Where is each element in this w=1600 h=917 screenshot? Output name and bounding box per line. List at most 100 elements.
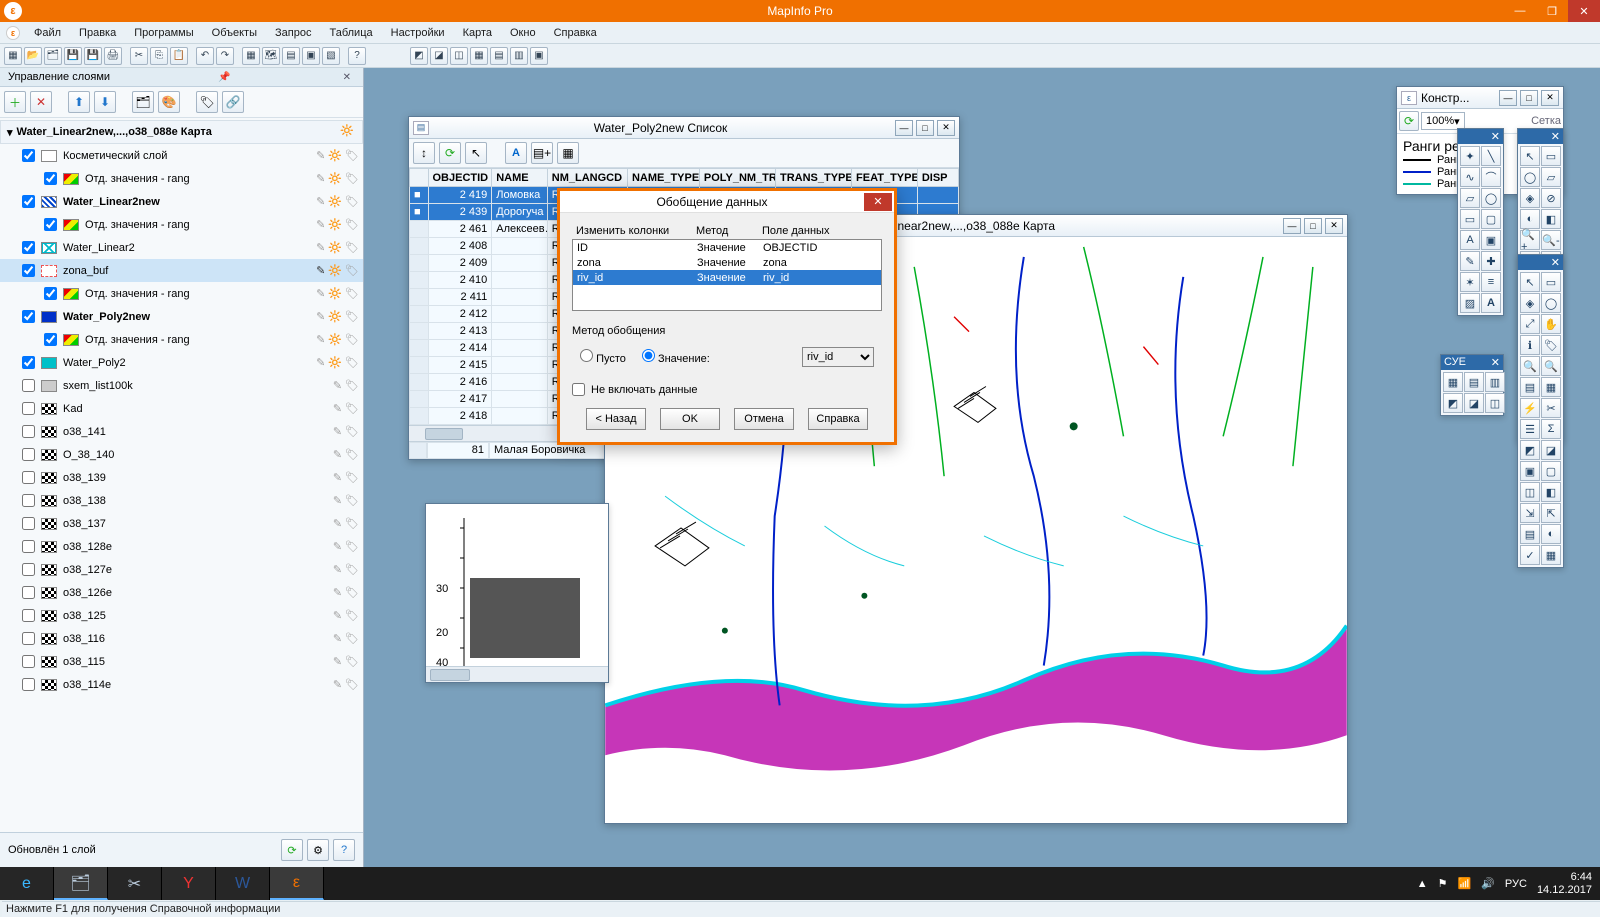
layer-tree[interactable]: ▾ Water_Linear2new,...,о38_088е Карта 🔆 … <box>0 118 363 832</box>
auto-label-icon[interactable]: 🔆 <box>328 172 342 185</box>
layer-visible-checkbox[interactable] <box>22 678 35 691</box>
row-header-corner[interactable] <box>410 169 429 187</box>
auto-label-icon[interactable]: 🔆 <box>328 195 342 208</box>
tool-a[interactable]: ◩ <box>410 47 428 65</box>
browser-title-bar[interactable]: ▤ Water_Poly2new Список — □ ✕ <box>409 117 959 139</box>
tool-boundsel[interactable]: ◈ <box>1520 188 1540 208</box>
label-icon[interactable]: 🏷 <box>345 264 359 277</box>
tool-d[interactable]: ▦ <box>470 47 488 65</box>
tool-s1[interactable]: ↖ <box>1520 272 1540 292</box>
browser-minimize[interactable]: — <box>895 120 913 136</box>
table-cell[interactable] <box>492 357 548 374</box>
legend-maximize[interactable]: □ <box>1520 90 1538 106</box>
editable-icon[interactable]: ✎ <box>333 540 342 553</box>
table-cell[interactable]: Алексеев… <box>492 221 548 238</box>
menu-file[interactable]: Файл <box>26 25 69 41</box>
label-icon[interactable]: 🏷 <box>345 632 359 645</box>
table-cell[interactable]: 2 409 <box>428 255 492 272</box>
label-icon[interactable]: 🏷 <box>345 494 359 507</box>
dialog-list-row[interactable]: IDЗначениеOBJECTID <box>573 240 881 255</box>
auto-label-icon[interactable]: 🔆 <box>328 218 342 231</box>
tool-zoomout[interactable]: 🔍- <box>1541 230 1561 250</box>
tool-new[interactable]: ▦ <box>4 47 22 65</box>
tool-s15[interactable]: ☰ <box>1520 419 1540 439</box>
table-cell[interactable]: 2 419 <box>428 187 492 204</box>
cancel-button[interactable]: Отмена <box>734 408 794 430</box>
tool-s4[interactable]: ◯ <box>1541 293 1561 313</box>
tool-undo[interactable]: ↶ <box>196 47 214 65</box>
restore-button[interactable]: ❐ <box>1536 0 1568 22</box>
layer-visible-checkbox[interactable] <box>22 241 35 254</box>
layer-labels-button[interactable]: 🏷 <box>196 91 218 113</box>
remove-layer-button[interactable]: ✕ <box>30 91 52 113</box>
label-icon[interactable]: 🏷 <box>345 402 359 415</box>
tool-s21[interactable]: ◫ <box>1520 482 1540 502</box>
move-up-button[interactable]: ⬆ <box>68 91 90 113</box>
editable-icon[interactable]: ✎ <box>316 195 325 208</box>
editable-icon[interactable]: ✎ <box>316 333 325 346</box>
tray-clock[interactable]: 6:4414.12.2017 <box>1537 871 1592 895</box>
layer-row[interactable]: о38_128е ✎ 🏷 <box>0 535 363 558</box>
layer-visible-checkbox[interactable] <box>22 149 35 162</box>
browser-pickcol-button[interactable]: ▦ <box>557 142 579 164</box>
map-minimize[interactable]: — <box>1283 218 1301 234</box>
editable-icon[interactable]: ✎ <box>333 678 342 691</box>
layer-row[interactable]: о38_115 ✎ 🏷 <box>0 650 363 673</box>
tool-save-ws[interactable]: 💾 <box>84 47 102 65</box>
row-header[interactable] <box>410 374 429 391</box>
legend-title-bar[interactable]: ε Констр... — □ ✕ <box>1397 87 1563 109</box>
row-header[interactable] <box>410 357 429 374</box>
tool-s27[interactable]: ✓ <box>1520 545 1540 565</box>
column-header[interactable]: TRANS_TYPE <box>775 169 851 187</box>
tool-f[interactable]: ▥ <box>510 47 528 65</box>
browser-close[interactable]: ✕ <box>937 120 955 136</box>
table-cell[interactable] <box>492 408 548 425</box>
column-header[interactable]: OBJECTID <box>428 169 492 187</box>
editable-icon[interactable]: ✎ <box>333 655 342 668</box>
options-button[interactable]: ⚙ <box>307 839 329 861</box>
layer-row[interactable]: о38_125 ✎ 🏷 <box>0 604 363 627</box>
standard-toolbox-2[interactable]: ✕ ↖▭ ◈◯ ⤢✋ ℹ🏷 🔍🔍 ▤▦ ⚡✂ ☰Σ ◩◪ ▣▢ ◫◧ ⇲⇱ ▤◐… <box>1517 254 1564 568</box>
column-header[interactable]: NM_LANGCD <box>547 169 627 187</box>
tool-polygon[interactable]: ▱ <box>1460 188 1480 208</box>
editable-icon[interactable]: ✎ <box>333 632 342 645</box>
browser-select-button[interactable]: ↖ <box>465 142 487 164</box>
layer-visible-checkbox[interactable] <box>22 356 35 369</box>
back-button[interactable]: < Назад <box>586 408 646 430</box>
table-cell[interactable]: 2 411 <box>428 289 492 306</box>
label-icon[interactable]: 🏷 <box>345 471 359 484</box>
row-header[interactable] <box>410 238 429 255</box>
editable-icon[interactable]: ✎ <box>316 287 325 300</box>
menu-help[interactable]: Справка <box>546 25 605 41</box>
tool-help[interactable]: ? <box>348 47 366 65</box>
menu-edit[interactable]: Правка <box>71 25 124 41</box>
tool-polysel[interactable]: ▱ <box>1541 167 1561 187</box>
app-menu-icon[interactable]: ε <box>6 26 20 40</box>
menu-map[interactable]: Карта <box>455 25 500 41</box>
row-header[interactable] <box>410 289 429 306</box>
task-snip[interactable]: ✂ <box>108 867 162 900</box>
table-cell[interactable]: 2 412 <box>428 306 492 323</box>
tool-frame[interactable]: ▣ <box>1481 230 1501 250</box>
dialog-list-row[interactable]: riv_idЗначениеriv_id <box>573 270 881 285</box>
sue-3[interactable]: ▥ <box>1485 372 1505 392</box>
layer-style-button[interactable]: 🎨 <box>158 91 180 113</box>
auto-label-icon[interactable]: 🔆 <box>328 241 342 254</box>
panel-close-icon[interactable]: ✕ <box>339 72 355 83</box>
layer-visible-checkbox[interactable] <box>22 195 35 208</box>
sue-5[interactable]: ◪ <box>1464 393 1484 413</box>
layer-visible-checkbox[interactable] <box>22 609 35 622</box>
column-header[interactable]: FEAT_TYPE <box>852 169 918 187</box>
tool-s19[interactable]: ▣ <box>1520 461 1540 481</box>
editable-icon[interactable]: ✎ <box>333 402 342 415</box>
tool-s17[interactable]: ◩ <box>1520 440 1540 460</box>
tool-new-table[interactable]: ▦ <box>242 47 260 65</box>
tool-zoomin[interactable]: 🔍+ <box>1520 230 1540 250</box>
editable-icon[interactable]: ✎ <box>333 425 342 438</box>
layer-visible-checkbox[interactable] <box>22 632 35 645</box>
editable-icon[interactable]: ✎ <box>316 310 325 323</box>
layer-row[interactable]: о38_141 ✎ 🏷 <box>0 420 363 443</box>
tool-cut[interactable]: ✂ <box>130 47 148 65</box>
editable-icon[interactable]: ✎ <box>333 471 342 484</box>
table-cell[interactable] <box>492 323 548 340</box>
